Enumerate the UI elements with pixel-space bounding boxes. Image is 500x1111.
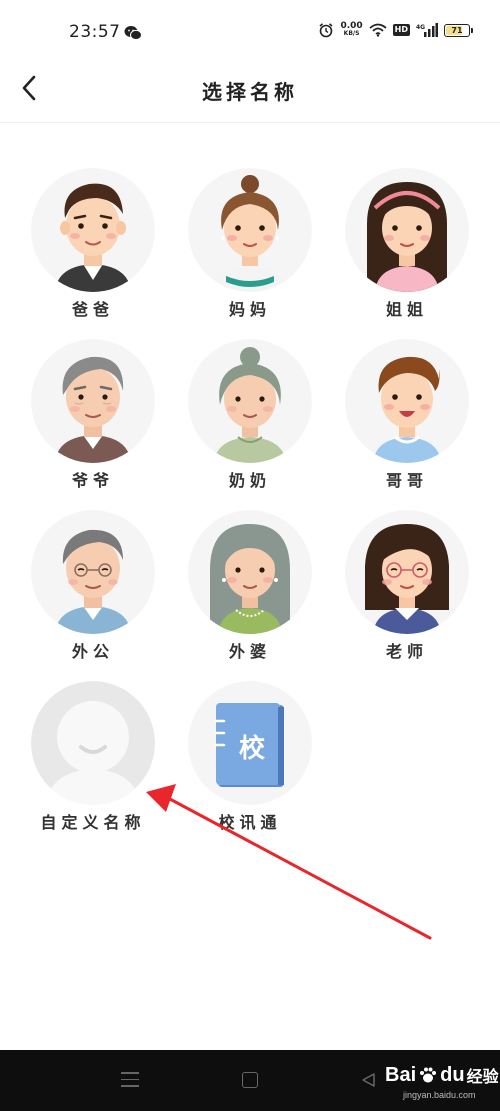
maternal-grandma-avatar-icon <box>188 510 312 634</box>
role-maternal-grandma[interactable]: 外婆 <box>188 502 312 662</box>
book-char: 校 <box>239 733 266 764</box>
status-indicators: 0.00 KB/S HD 4G 71 <box>318 22 473 38</box>
wechat-icon <box>124 26 142 41</box>
role-school-notice[interactable]: 校 校讯通 <box>188 673 312 833</box>
maternal-grandpa-avatar-icon <box>31 510 155 634</box>
header: 选择名称 <box>0 64 500 123</box>
school-book-icon: 校 <box>188 681 312 805</box>
net-speed-value: 0.00 <box>340 21 363 31</box>
watermark-suffix: 经验 <box>466 1069 499 1086</box>
role-maternal-grandpa[interactable]: 外公 <box>31 502 155 662</box>
role-label: 哥哥 <box>385 471 428 490</box>
role-teacher[interactable]: 老师 <box>345 502 469 662</box>
role-custom-name[interactable]: 自定义名称 <box>31 673 155 833</box>
net-speed-unit: KB/S <box>343 30 360 37</box>
alarm-icon <box>319 23 333 38</box>
role-label: 爸爸 <box>71 300 114 319</box>
battery-percent: 71 <box>451 25 463 35</box>
page-title: 选择名称 <box>202 80 298 104</box>
custom-avatar-icon <box>31 681 155 805</box>
role-label: 老师 <box>385 642 428 661</box>
recent-apps-button[interactable] <box>121 1072 139 1087</box>
role-label: 爷爷 <box>71 471 114 490</box>
grandma-avatar-icon <box>188 339 312 463</box>
role-label: 校讯通 <box>218 813 282 832</box>
role-mom[interactable]: 妈妈 <box>188 160 312 320</box>
role-grandpa[interactable]: 爷爷 <box>31 331 155 491</box>
system-nav-bar: Bai du 经验 jingyan.baidu.com <box>0 1050 500 1111</box>
status-bar: 23:57 0.00 KB/S HD 4G 71 <box>0 0 500 64</box>
grandpa-avatar-icon <box>31 339 155 463</box>
role-dad[interactable]: 爸爸 <box>31 160 155 320</box>
role-label: 奶奶 <box>228 471 271 490</box>
net-speed: 0.00 KB/S <box>340 22 362 38</box>
role-grandma[interactable]: 奶奶 <box>188 331 312 491</box>
back-nav-icon[interactable] <box>360 1071 378 1089</box>
teacher-avatar-icon <box>345 510 469 634</box>
watermark-url: jingyan.baidu.com <box>403 1090 476 1100</box>
baidu-jingyan-watermark: Bai du 经验 <box>385 1063 499 1087</box>
hd-badge: HD <box>392 24 410 36</box>
role-label: 外公 <box>71 642 114 661</box>
mom-avatar-icon <box>188 168 312 292</box>
role-label: 妈妈 <box>228 300 271 319</box>
older-sister-avatar-icon <box>345 168 469 292</box>
role-older-brother[interactable]: 哥哥 <box>345 331 469 491</box>
role-older-sister[interactable]: 姐姐 <box>345 160 469 320</box>
home-button[interactable] <box>242 1072 258 1088</box>
watermark-brand-a: Bai <box>385 1063 417 1086</box>
role-label: 外婆 <box>228 642 271 661</box>
older-brother-avatar-icon <box>345 339 469 463</box>
signal-label: 4G <box>416 24 425 31</box>
status-time: 23:57 <box>69 22 121 42</box>
baidu-paw-icon <box>420 1067 437 1083</box>
dad-avatar-icon <box>31 168 155 292</box>
watermark-brand-b: du <box>440 1063 465 1086</box>
wifi-icon <box>369 23 387 37</box>
role-label: 自定义名称 <box>40 813 146 832</box>
signal-icon: 4G <box>416 23 438 37</box>
battery-icon: 71 <box>444 23 473 37</box>
role-label: 姐姐 <box>385 300 428 319</box>
